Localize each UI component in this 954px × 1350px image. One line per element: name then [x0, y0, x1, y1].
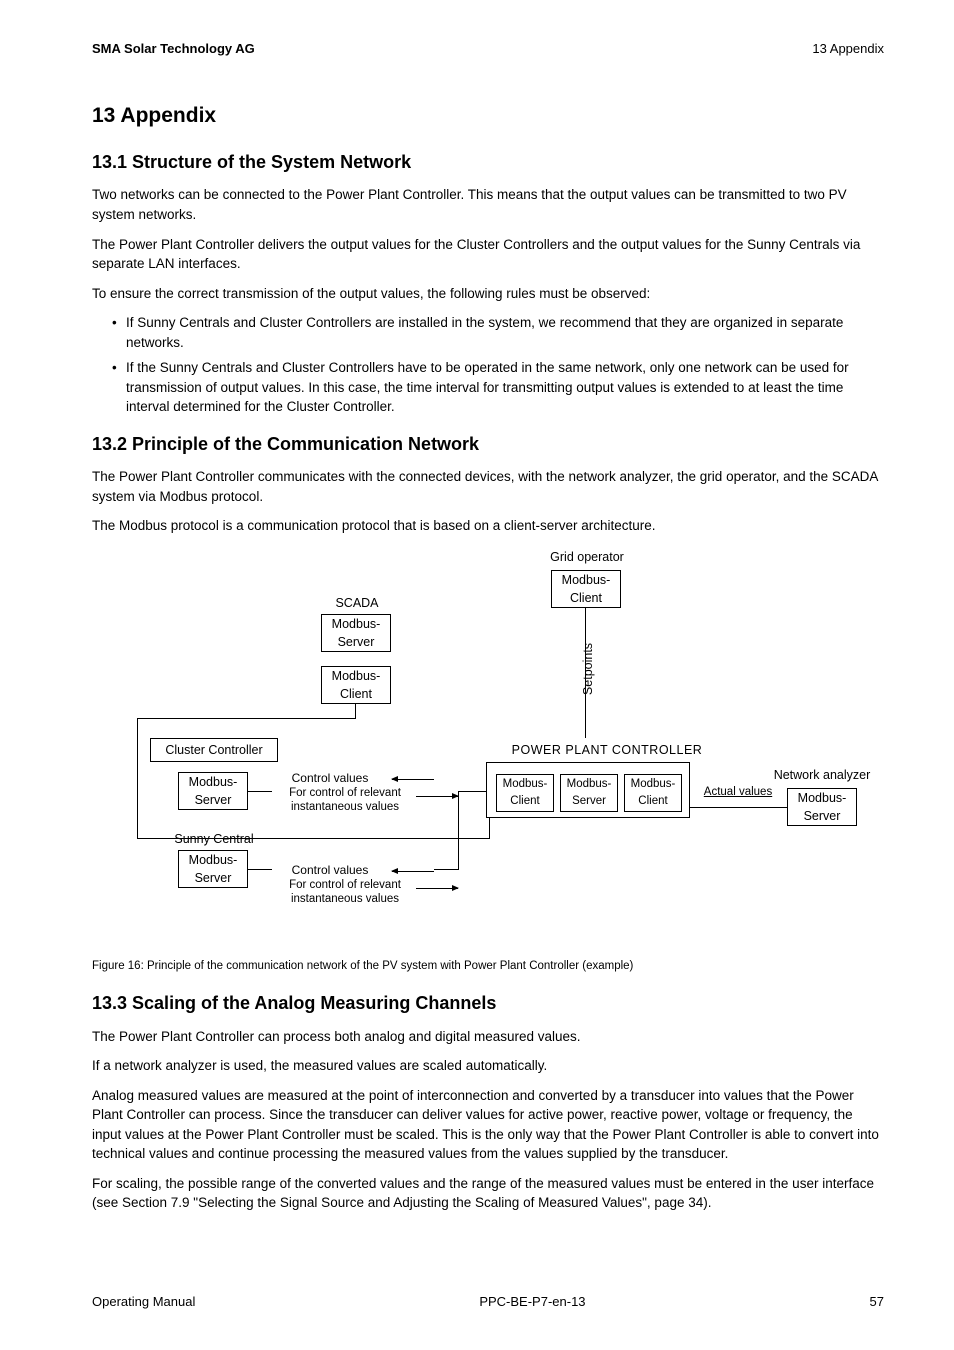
diagram-arrow [416, 888, 458, 889]
body-text: Analog measured values are measured at t… [92, 1086, 884, 1164]
body-text: If a network analyzer is used, the measu… [92, 1056, 884, 1076]
diagram-line [434, 869, 459, 870]
diagram-line [248, 791, 272, 792]
diagram-line [355, 704, 356, 718]
diagram-box-modbus-client: Modbus- Client [624, 774, 682, 812]
diagram-box-modbus-client: Modbus- Client [321, 666, 391, 704]
footer-doc-type: Operating Manual [92, 1293, 195, 1312]
body-text: The Power Plant Controller delivers the … [92, 235, 884, 274]
diagram-line [137, 718, 356, 719]
bullet-list: If Sunny Centrals and Cluster Controller… [92, 313, 884, 417]
diagram-label-sunny-central: Sunny Central [164, 830, 264, 848]
diagram-arrow [392, 871, 434, 872]
diagram-box-modbus-client: Modbus- Client [496, 774, 554, 812]
diagram-label-grid-operator: Grid operator [532, 548, 642, 566]
diagram-box-modbus-client: Modbus- Client [551, 570, 621, 608]
footer-doc-id: PPC-BE-P7-en-13 [479, 1293, 585, 1312]
diagram-line [690, 807, 787, 808]
diagram-line [489, 818, 490, 839]
body-text: For scaling, the possible range of the c… [92, 1174, 884, 1213]
diagram-arrow [416, 796, 458, 797]
diagram-box-modbus-server: Modbus- Server [560, 774, 618, 812]
diagram-label-for-control: For control of relevant instantaneous va… [270, 787, 420, 815]
section-13-1-title: 13.1 Structure of the System Network [92, 149, 884, 175]
diagram-label-control-values: Control values [270, 862, 390, 879]
diagram-label-for-control: For control of relevant instantaneous va… [270, 879, 420, 907]
diagram-line [458, 791, 459, 869]
diagram-label-network-analyzer: Network analyzer [762, 766, 882, 784]
body-text: To ensure the correct transmission of th… [92, 284, 884, 304]
body-text: The Power Plant Controller communicates … [92, 467, 884, 506]
diagram-box-modbus-server: Modbus- Server [321, 614, 391, 652]
body-text: The Power Plant Controller can process b… [92, 1027, 884, 1047]
diagram-box-cluster-controller: Cluster Controller [150, 738, 278, 762]
diagram-arrow [392, 779, 434, 780]
figure-caption: Figure 16: Principle of the communicatio… [92, 958, 884, 975]
list-item: If Sunny Centrals and Cluster Controller… [112, 313, 884, 352]
diagram-line [137, 718, 138, 838]
chapter-title: 13 Appendix [92, 101, 884, 131]
page-header: SMA Solar Technology AG 13 Appendix [92, 40, 884, 59]
diagram-label-ppc: POWER PLANT CONTROLLER [492, 741, 722, 759]
page-footer: Operating Manual PPC-BE-P7-en-13 57 [92, 1293, 884, 1312]
section-13-3-title: 13.3 Scaling of the Analog Measuring Cha… [92, 990, 884, 1016]
diagram-line [248, 869, 272, 870]
header-section-ref: 13 Appendix [812, 40, 884, 59]
diagram-box-modbus-server: Modbus- Server [787, 788, 857, 826]
body-text: Two networks can be connected to the Pow… [92, 185, 884, 224]
diagram-box-modbus-server: Modbus- Server [178, 850, 248, 888]
body-text: The Modbus protocol is a communication p… [92, 516, 884, 536]
header-company: SMA Solar Technology AG [92, 40, 255, 59]
list-item: If the Sunny Centrals and Cluster Contro… [112, 358, 884, 417]
section-13-2-title: 13.2 Principle of the Communication Netw… [92, 431, 884, 457]
diagram-label-control-values: Control values [270, 770, 390, 787]
diagram-line [458, 791, 486, 792]
footer-page-number: 57 [870, 1293, 884, 1312]
diagram-label-setpoints: Setpoints [579, 639, 597, 695]
diagram-label-scada: SCADA [322, 594, 392, 612]
diagram-label-actual-values: Actual values [696, 784, 780, 801]
diagram-box-modbus-server: Modbus- Server [178, 772, 248, 810]
communication-network-diagram: Grid operator Modbus- Client Setpoints S… [92, 548, 882, 950]
